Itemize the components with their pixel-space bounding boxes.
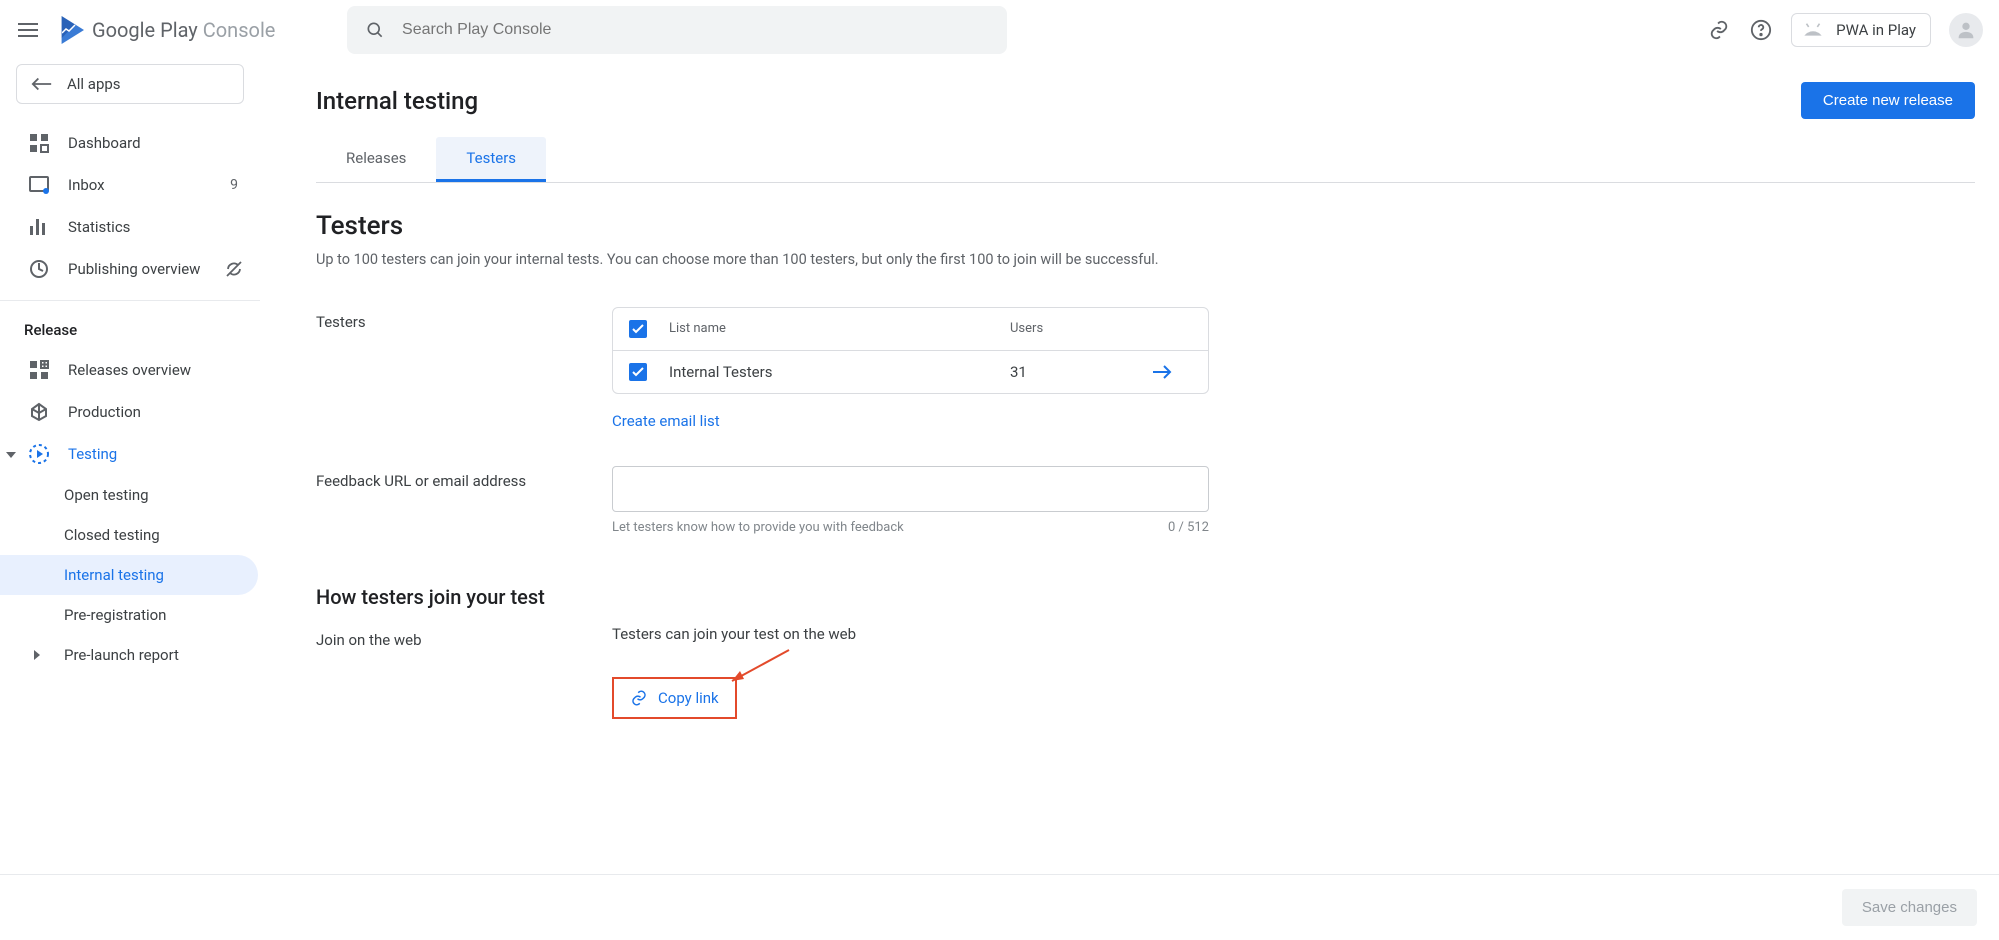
sidebar-sub-pre-launch-report[interactable]: Pre-launch report (0, 635, 260, 675)
table-header: List name Users (613, 308, 1208, 351)
search-input[interactable] (400, 20, 991, 40)
play-logo-icon (56, 16, 84, 44)
search-box[interactable] (347, 6, 1007, 54)
footer-bar: Save changes (0, 874, 1999, 940)
all-apps-button[interactable]: All apps (16, 64, 244, 104)
sidebar-item-label: Dashboard (68, 134, 141, 152)
sidebar-item-label: Testing (68, 445, 117, 463)
link-icon (630, 689, 648, 707)
label-testers: Testers (316, 307, 612, 331)
copy-link-button[interactable]: Copy link (612, 677, 737, 719)
statistics-icon (28, 216, 50, 238)
tab-testers[interactable]: Testers (436, 137, 546, 182)
sidebar-item-inbox[interactable]: Inbox 9 (0, 164, 260, 206)
sidebar-item-publishing-overview[interactable]: Publishing overview (0, 248, 260, 290)
arrow-right-icon[interactable] (1152, 365, 1192, 379)
logo-text: Google Play Console (92, 18, 275, 42)
feedback-char-count: 0 / 512 (1168, 520, 1209, 535)
play-console-logo[interactable]: Google Play Console (56, 16, 275, 44)
col-list-name: List name (669, 321, 988, 336)
android-icon (1800, 20, 1826, 40)
sidebar-sub-pre-registration[interactable]: Pre-registration (0, 595, 260, 635)
sidebar-item-label: Inbox (68, 176, 105, 194)
sidebar-item-label: Releases overview (68, 361, 191, 379)
sidebar-item-dashboard[interactable]: Dashboard (0, 122, 260, 164)
save-changes-button[interactable]: Save changes (1842, 889, 1977, 926)
sidebar-item-label: Publishing overview (68, 260, 200, 278)
sync-off-icon (224, 260, 244, 278)
join-web-description: Testers can join your test on the web (612, 625, 1212, 643)
releases-overview-icon (28, 359, 50, 381)
table-row[interactable]: Internal Testers 31 (613, 351, 1208, 393)
sidebar-item-label: Statistics (68, 218, 130, 236)
arrow-left-icon (31, 77, 53, 91)
checkbox-row[interactable] (629, 363, 647, 381)
copy-link-label: Copy link (658, 689, 719, 707)
account-avatar[interactable] (1949, 13, 1983, 47)
chevron-right-icon (32, 650, 44, 660)
label-join-web: Join on the web (316, 625, 612, 649)
app-selector-label: PWA in Play (1836, 21, 1916, 39)
feedback-helper-text: Let testers know how to provide you with… (612, 520, 904, 535)
help-icon[interactable] (1749, 18, 1773, 42)
section-description: Up to 100 testers can join your internal… (316, 249, 1975, 271)
cell-list-name: Internal Testers (669, 363, 988, 381)
label-feedback: Feedback URL or email address (316, 466, 612, 490)
tab-releases[interactable]: Releases (316, 137, 436, 182)
sidebar-item-testing[interactable]: Testing (0, 433, 260, 475)
testing-icon (28, 443, 50, 465)
sidebar-sub-open-testing[interactable]: Open testing (0, 475, 260, 515)
create-release-button[interactable]: Create new release (1801, 82, 1975, 119)
sidebar-item-label: Production (68, 403, 141, 421)
production-icon (28, 401, 50, 423)
sidebar-item-releases-overview[interactable]: Releases overview (0, 349, 260, 391)
dashboard-icon (28, 132, 50, 154)
sidebar-item-statistics[interactable]: Statistics (0, 206, 260, 248)
inbox-icon (28, 174, 50, 196)
annotation-arrow (724, 647, 794, 687)
sidebar-section-release: Release (0, 311, 260, 349)
testers-table: List name Users Internal Testers 31 (612, 307, 1209, 394)
publishing-icon (28, 258, 50, 280)
feedback-input[interactable] (612, 466, 1209, 512)
app-selector-chip[interactable]: PWA in Play (1791, 13, 1931, 47)
col-users: Users (1010, 321, 1130, 336)
checkbox-select-all[interactable] (629, 320, 647, 338)
section-title-testers: Testers (316, 211, 1975, 241)
sidebar-sub-closed-testing[interactable]: Closed testing (0, 515, 260, 555)
chevron-down-icon (6, 450, 18, 458)
create-email-list-link[interactable]: Create email list (612, 412, 720, 430)
menu-icon[interactable] (16, 18, 40, 42)
inbox-badge: 9 (230, 177, 244, 193)
all-apps-label: All apps (67, 75, 121, 93)
page-title: Internal testing (316, 87, 478, 115)
subhead-how-join: How testers join your test (316, 585, 1975, 609)
sidebar-item-production[interactable]: Production (0, 391, 260, 433)
cell-users: 31 (1010, 363, 1130, 381)
link-icon[interactable] (1707, 18, 1731, 42)
search-icon (363, 18, 386, 42)
sidebar-sub-internal-testing[interactable]: Internal testing (0, 555, 258, 595)
